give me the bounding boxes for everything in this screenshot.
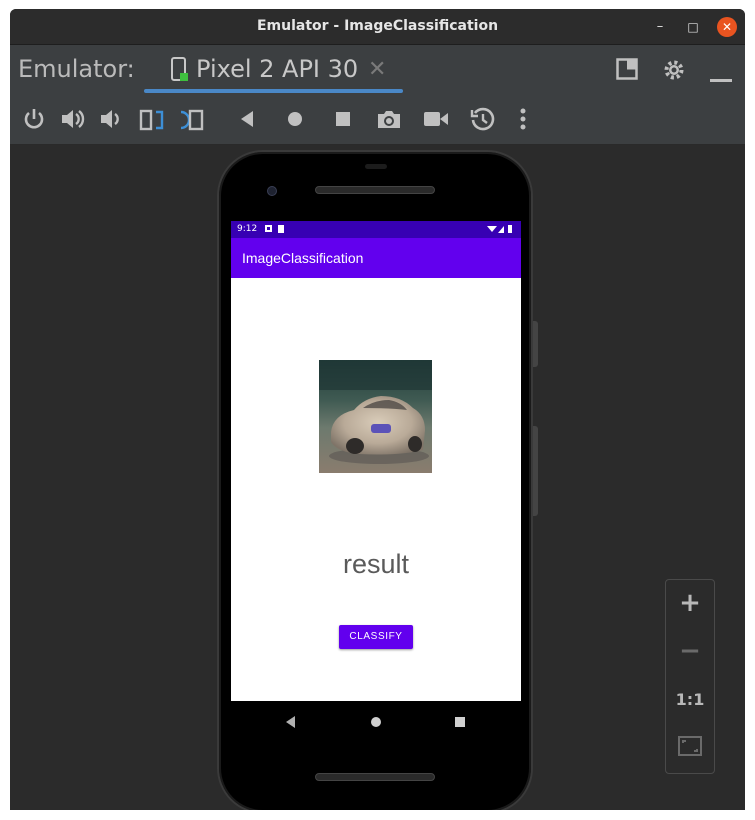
tab-bar: Emulator: Pixel 2 API 30 ✕	[10, 45, 745, 95]
phone-device-icon	[170, 57, 190, 87]
snapshot-icon[interactable]	[470, 106, 498, 134]
back-icon[interactable]	[238, 106, 266, 134]
device-side-button-power	[533, 321, 538, 367]
emulator-label: Emulator:	[18, 55, 135, 83]
bottom-speaker	[315, 773, 435, 781]
tab-pixel-2-api-30[interactable]: Pixel 2 API 30 ✕	[144, 45, 403, 95]
nav-home-icon[interactable]	[369, 714, 383, 733]
car-image	[319, 360, 432, 473]
zoom-actual-size-button[interactable]: 1:1	[666, 690, 714, 709]
fit-screen-icon[interactable]	[678, 736, 702, 760]
rotate-right-icon[interactable]	[178, 106, 206, 134]
status-bar: 9:12	[231, 221, 521, 238]
signal-battery-icons	[487, 223, 515, 238]
volume-up-icon[interactable]	[60, 106, 88, 134]
tab-active-indicator	[144, 89, 403, 93]
maximize-button[interactable]: □	[683, 17, 703, 37]
camera-icon[interactable]	[376, 106, 404, 134]
settings-gear-icon[interactable]	[662, 58, 686, 86]
emulator-canvas: 9:12 ImageClassification result CLASSIFY…	[10, 146, 745, 810]
overview-icon[interactable]	[333, 106, 361, 134]
device-side-button-volume	[533, 426, 538, 516]
earpiece-slot	[365, 164, 387, 169]
status-time: 9:12	[237, 224, 258, 234]
volume-down-icon[interactable]	[99, 106, 127, 134]
minimize-panel-icon[interactable]	[710, 68, 732, 87]
device-nav-bar	[231, 701, 521, 741]
nav-overview-icon[interactable]	[453, 714, 467, 733]
window-title: Emulator - ImageClassification	[256, 18, 499, 34]
more-icon[interactable]	[518, 106, 546, 134]
zoom-in-button[interactable]: +	[666, 588, 714, 618]
emulator-toolbar	[10, 95, 745, 145]
top-speaker	[315, 186, 435, 194]
layout-icon[interactable]	[616, 58, 638, 84]
classify-button[interactable]: CLASSIFY	[339, 625, 413, 649]
notification-icons	[265, 224, 289, 237]
zoom-out-button[interactable]: −	[666, 636, 714, 666]
power-icon[interactable]	[21, 106, 49, 134]
emulator-window: Emulator - ImageClassification – □ ✕ Emu…	[10, 9, 745, 810]
app-title: ImageClassification	[242, 250, 364, 266]
tab-label: Pixel 2 API 30	[196, 55, 359, 83]
home-icon[interactable]	[285, 106, 313, 134]
tab-close-icon[interactable]: ✕	[368, 57, 386, 82]
device-screen[interactable]: 9:12 ImageClassification result CLASSIFY	[231, 221, 521, 701]
device-frame: 9:12 ImageClassification result CLASSIFY	[217, 150, 533, 810]
record-icon[interactable]	[422, 106, 450, 134]
zoom-panel: + − 1:1	[665, 579, 715, 774]
app-bar: ImageClassification	[231, 238, 521, 278]
result-text: result	[342, 549, 410, 579]
rotate-left-icon[interactable]	[139, 106, 167, 134]
close-button[interactable]: ✕	[717, 17, 737, 37]
minimize-button[interactable]: –	[650, 17, 670, 37]
title-bar: Emulator - ImageClassification – □ ✕	[10, 9, 745, 45]
front-camera	[267, 186, 277, 196]
nav-back-icon[interactable]	[285, 714, 297, 733]
